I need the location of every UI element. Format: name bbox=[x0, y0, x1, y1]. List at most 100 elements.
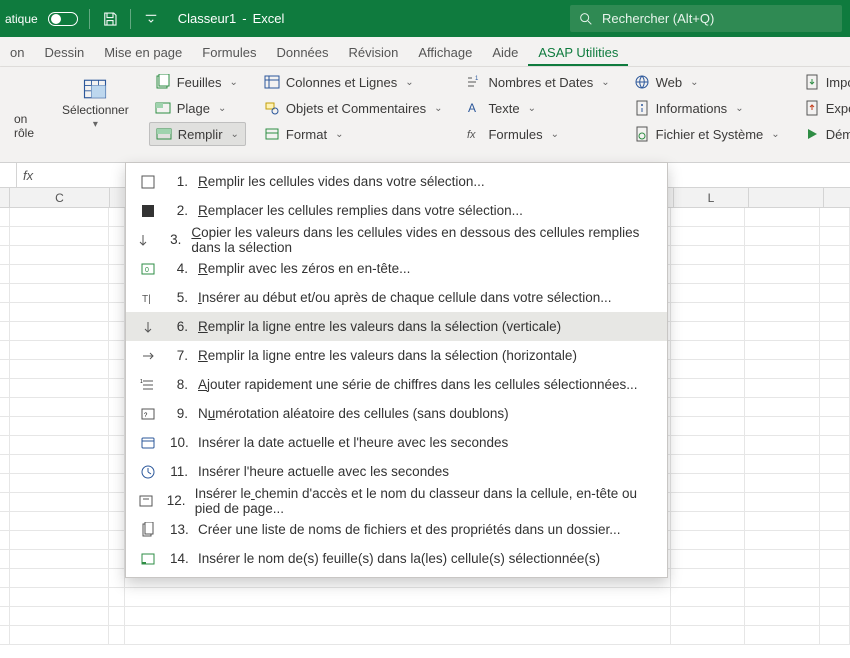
search-box[interactable]: Rechercher (Alt+Q) bbox=[570, 5, 842, 32]
Formules-icon: fx bbox=[466, 126, 482, 142]
menu-item-label: Remplir les cellules vides dans votre sé… bbox=[198, 174, 485, 189]
plage-button[interactable]: Plage⌄ bbox=[149, 95, 246, 121]
menu-item-6[interactable]: 6.Remplir la ligne entre les valeurs dan… bbox=[126, 312, 667, 341]
menu-item-11[interactable]: 11.Insérer l'heure actuelle avec les sec… bbox=[126, 457, 667, 486]
menu-item-5[interactable]: T|5.Insérer au début et/ou après de chaq… bbox=[126, 283, 667, 312]
svg-text:fx: fx bbox=[467, 129, 476, 141]
menu-item-label: Remplir avec les zéros en en-tête... bbox=[198, 261, 410, 276]
fichier-et-syst-me-button[interactable]: Fichier et Système⌄ bbox=[628, 121, 786, 147]
informations-button[interactable]: Informations⌄ bbox=[628, 95, 786, 121]
Web-icon bbox=[634, 74, 650, 90]
menu-item-3[interactable]: 3.Copier les valeurs dans les cellules v… bbox=[126, 225, 667, 254]
d-marrer-button[interactable]: Démarrer⌄ bbox=[798, 121, 850, 147]
menu-item-icon bbox=[140, 435, 156, 451]
menu-item-icon: T| bbox=[140, 290, 156, 306]
menu-item-icon bbox=[140, 464, 156, 480]
ribbon-tabs: onDessinMise en pageFormulesDonnéesRévis… bbox=[0, 37, 850, 67]
tab-révision[interactable]: Révision bbox=[339, 40, 409, 66]
Plage-icon bbox=[155, 100, 171, 116]
menu-item-12[interactable]: 12.Insérer le chemin d'accès et le nom d… bbox=[126, 486, 667, 515]
menu-item-label: Remplir la ligne entre les valeurs dans … bbox=[198, 348, 577, 363]
autosave-toggle[interactable] bbox=[48, 12, 78, 26]
menu-item-2[interactable]: 2.Remplacer les cellules remplies dans v… bbox=[126, 196, 667, 225]
menu-item-icon bbox=[138, 493, 154, 509]
select-button[interactable]: Sélectionner ▾ bbox=[54, 69, 137, 136]
remplir-dropdown-menu: 1.Remplir les cellules vides dans votre … bbox=[125, 162, 668, 578]
menu-item-13[interactable]: 13.Créer une liste de noms de fichiers e… bbox=[126, 515, 667, 544]
tab-affichage[interactable]: Affichage bbox=[408, 40, 482, 66]
menu-item-label: Remplacer les cellules remplies dans vot… bbox=[198, 203, 523, 218]
importer-button[interactable]: Importer⌄ bbox=[798, 69, 850, 95]
menu-item-4[interactable]: 04.Remplir avec les zéros en en-tête... bbox=[126, 254, 667, 283]
menu-item-14[interactable]: 14.Insérer le nom de(s) feuille(s) dans … bbox=[126, 544, 667, 573]
Feuilles-icon bbox=[155, 74, 171, 90]
menu-item-icon: ? bbox=[140, 406, 156, 422]
menu-item-label: Créer une liste de noms de fichiers et d… bbox=[198, 522, 620, 537]
column-header[interactable] bbox=[110, 188, 126, 207]
menu-item-label: Numérotation aléatoire des cellules (san… bbox=[198, 406, 509, 421]
column-header[interactable]: L bbox=[674, 188, 749, 207]
menu-item-label: Insérer la date actuelle et l'heure avec… bbox=[198, 435, 508, 450]
nombres-et-dates-button[interactable]: 1Nombres et Dates⌄ bbox=[460, 69, 615, 95]
menu-item-9[interactable]: ?9.Numérotation aléatoire des cellules (… bbox=[126, 399, 667, 428]
save-icon[interactable] bbox=[101, 10, 119, 28]
texte-button[interactable]: ATexte⌄ bbox=[460, 95, 615, 121]
menu-item-1[interactable]: 1.Remplir les cellules vides dans votre … bbox=[126, 167, 667, 196]
menu-item-label: Insérer l'heure actuelle avec les second… bbox=[198, 464, 449, 479]
tab-aide[interactable]: Aide bbox=[482, 40, 528, 66]
svg-text:A: A bbox=[468, 101, 476, 115]
tab-formules[interactable]: Formules bbox=[192, 40, 266, 66]
menu-item-label: Insérer au début et/ou après de chaque c… bbox=[198, 290, 612, 305]
menu-item-10[interactable]: 10.Insérer la date actuelle et l'heure a… bbox=[126, 428, 667, 457]
fx-label[interactable]: fx bbox=[23, 168, 33, 183]
table-row[interactable] bbox=[0, 626, 850, 645]
tab-on[interactable]: on bbox=[0, 40, 34, 66]
column-header[interactable] bbox=[749, 188, 824, 207]
web-button[interactable]: Web⌄ bbox=[628, 69, 786, 95]
formules-button[interactable]: fxFormules⌄ bbox=[460, 121, 615, 147]
search-icon bbox=[578, 11, 594, 27]
menu-item-label: Remplir la ligne entre les valeurs dans … bbox=[198, 319, 561, 334]
menu-item-icon bbox=[140, 319, 156, 335]
table-row[interactable] bbox=[0, 588, 850, 607]
remplir-button[interactable]: Remplir⌄ bbox=[149, 122, 246, 146]
format-button[interactable]: Format⌄ bbox=[258, 121, 449, 147]
tab-dessin[interactable]: Dessin bbox=[34, 40, 94, 66]
menu-item-icon bbox=[140, 348, 156, 364]
svg-text:1: 1 bbox=[475, 76, 479, 82]
exporter-button[interactable]: Exporter⌄ bbox=[798, 95, 850, 121]
menu-item-label: Ajouter rapidement une série de chiffres… bbox=[198, 377, 638, 392]
Colonnes et Lignes-icon bbox=[264, 74, 280, 90]
objets-et-commentaires-button[interactable]: Objets et Commentaires⌄ bbox=[258, 95, 449, 121]
table-row[interactable] bbox=[0, 607, 850, 626]
menu-item-label: Copier les valeurs dans les cellules vid… bbox=[191, 225, 657, 255]
tab-données[interactable]: Données bbox=[266, 40, 338, 66]
grid-select-icon bbox=[81, 75, 109, 103]
feuilles-button[interactable]: Feuilles⌄ bbox=[149, 69, 246, 95]
Texte-icon: A bbox=[466, 100, 482, 116]
column-header[interactable]: C bbox=[10, 188, 110, 207]
Remplir-icon bbox=[156, 126, 172, 142]
window-title: Classeur1 - Excel bbox=[178, 11, 285, 26]
autosave-label: atique bbox=[5, 12, 38, 26]
tab-mise-en-page[interactable]: Mise en page bbox=[94, 40, 192, 66]
Nombres et Dates-icon: 1 bbox=[466, 74, 482, 90]
svg-text:1: 1 bbox=[140, 379, 143, 385]
menu-item-7[interactable]: 7.Remplir la ligne entre les valeurs dan… bbox=[126, 341, 667, 370]
menu-item-icon: 1 bbox=[140, 377, 156, 393]
menu-item-icon bbox=[138, 232, 154, 248]
quick-access-dropdown-icon[interactable] bbox=[142, 10, 160, 28]
tab-asap-utilities[interactable]: ASAP Utilities bbox=[528, 40, 628, 66]
menu-item-8[interactable]: 18.Ajouter rapidement une série de chiff… bbox=[126, 370, 667, 399]
svg-text:0: 0 bbox=[145, 267, 149, 274]
Informations-icon bbox=[634, 100, 650, 116]
Exporter-icon bbox=[804, 100, 820, 116]
menu-item-icon: 0 bbox=[140, 261, 156, 277]
ribbon: on rôle Sélectionner ▾ Feuilles⌄Plage⌄Re… bbox=[0, 67, 850, 163]
colonnes-et-lignes-button[interactable]: Colonnes et Lignes⌄ bbox=[258, 69, 449, 95]
menu-item-icon bbox=[140, 203, 156, 219]
Format-icon bbox=[264, 126, 280, 142]
column-header[interactable] bbox=[0, 188, 10, 207]
Objets et Commentaires-icon bbox=[264, 100, 280, 116]
search-placeholder: Rechercher (Alt+Q) bbox=[602, 11, 714, 26]
